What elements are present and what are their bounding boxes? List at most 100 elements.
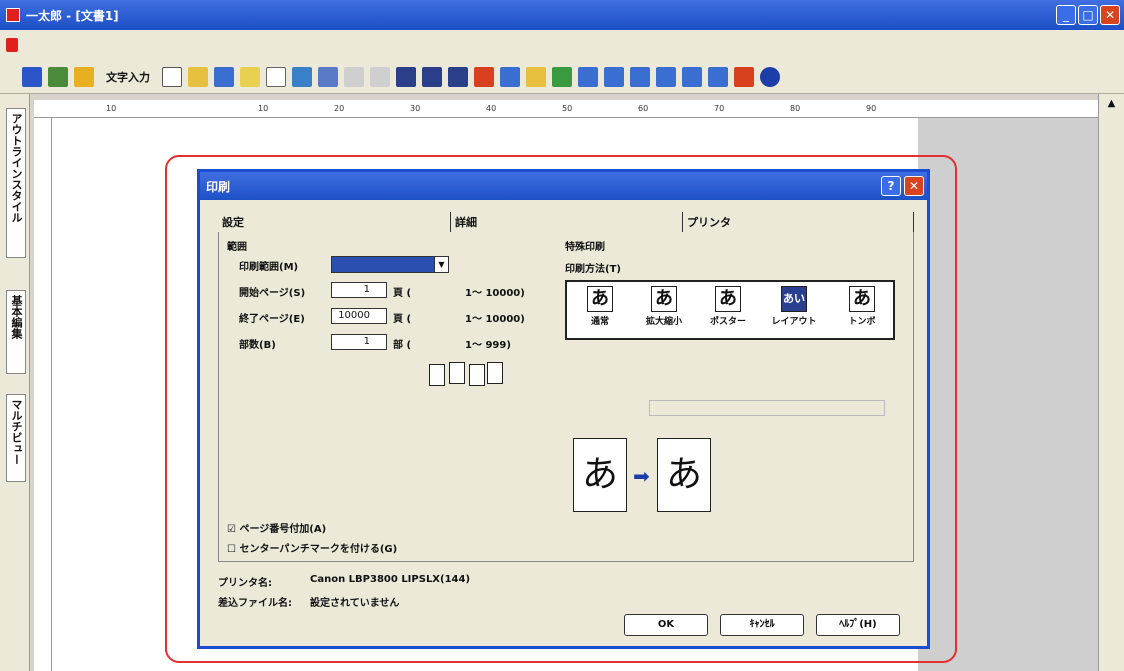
help-button[interactable]: ﾍﾙﾌﾟ(H) (816, 614, 900, 636)
doc-icon (6, 38, 18, 52)
toolbar: 文字入力 (0, 60, 1124, 94)
print-icon[interactable] (266, 66, 286, 87)
arrow-right-icon: ➡ (633, 464, 650, 488)
table-icon[interactable] (578, 66, 598, 87)
page-setup-icon[interactable] (318, 66, 338, 87)
preview-after: あ (657, 438, 711, 512)
ruler-tick: 10 (258, 104, 269, 113)
redo-icon[interactable] (448, 66, 468, 87)
table-row-icon[interactable] (604, 66, 624, 87)
tab-printer[interactable]: プリンタ (682, 212, 914, 232)
draw-icon[interactable] (48, 66, 68, 87)
start-page-label: 開始ページ(S) (239, 288, 306, 299)
dialog-titlebar: 印刷 ? ✕ (200, 172, 927, 200)
frame-icon[interactable] (74, 66, 94, 87)
search-icon[interactable] (682, 66, 702, 87)
save-icon[interactable] (214, 66, 234, 87)
end-page-label: 終了ページ(E) (239, 314, 305, 325)
print-method-options: あ 通常 あ 拡大縮小 あ ポスター あい レイアウト あ トンボ (565, 280, 895, 340)
dialog-title: 印刷 (206, 179, 231, 194)
dialog-help-button[interactable]: ? (881, 176, 901, 196)
range-group-label: 範囲 (227, 242, 247, 253)
window-title: 一太郎 - [文書1] (26, 8, 119, 23)
table-col-icon[interactable] (630, 66, 650, 87)
tab-details[interactable]: 詳細 (450, 212, 682, 232)
spellcheck-icon[interactable] (656, 66, 676, 87)
print-method-layout[interactable]: あい レイアウト (769, 286, 819, 327)
sidebar-tab-outline-style[interactable]: アウトラインスタイル (6, 108, 26, 258)
help-circle-icon[interactable] (760, 66, 780, 87)
ruler-tick: 80 (790, 104, 801, 113)
tab-icon[interactable] (500, 66, 520, 87)
settings-panel: 範囲 印刷範囲(M) ▼ 開始ページ(S) 1 頁 ( 1～ 10000) 終了… (218, 232, 914, 562)
repeat-icon[interactable] (474, 66, 494, 87)
app-titlebar: 一太郎 - [文書1] _ □ ✕ (0, 0, 1124, 30)
minimize-button[interactable]: _ (1056, 5, 1076, 25)
paste-icon[interactable] (396, 66, 416, 87)
printer-name-label: プリンタ名: (218, 578, 272, 589)
print-dialog: 印刷 ? ✕ 設定 詳細 プリンタ 範囲 印刷範囲(M) ▼ 開始ページ(S) … (197, 169, 930, 649)
sidebar-tab-basic-edit[interactable]: 基本編集 (6, 290, 26, 374)
overlay-file-label: 差込ファイル名: (218, 598, 292, 609)
copies-stepper[interactable]: 1 (331, 334, 387, 350)
insert-icon[interactable] (552, 66, 572, 87)
vertical-scrollbar[interactable]: ▲ (1098, 94, 1124, 671)
dialog-tabs: 設定 詳細 プリンタ (218, 212, 914, 232)
copy-icon[interactable] (370, 66, 390, 87)
print-method-label-trim: トンボ (848, 317, 876, 327)
new-document-icon[interactable] (162, 66, 182, 87)
copies-label: 部数(B) (239, 340, 276, 351)
cut-icon[interactable] (344, 66, 364, 87)
print-method-label-layout: レイアウト (771, 317, 817, 327)
open-icon[interactable] (188, 66, 208, 87)
sidebar-tab-multiview[interactable]: マルチビュー (6, 394, 26, 482)
center-punch-checkbox[interactable]: ☐ センターパンチマークを付ける(G) (227, 540, 397, 555)
collate-icon (429, 360, 509, 388)
print-method-label: 印刷方法(T) (565, 264, 621, 275)
checkbox-checked-icon: ☑ (227, 524, 236, 535)
copies-unit: 部 ( (393, 340, 412, 351)
undo-icon[interactable] (422, 66, 442, 87)
window-controls: _ □ ✕ (1056, 5, 1120, 25)
print-method-poster[interactable]: あ ポスター (703, 286, 753, 327)
save-as-icon[interactable] (240, 66, 260, 87)
text-input-label[interactable]: 文字入力 (106, 69, 150, 85)
maximize-button[interactable]: □ (1078, 5, 1098, 25)
print-method-scale[interactable]: あ 拡大縮小 (639, 286, 689, 327)
end-page-stepper[interactable]: 10000 (331, 308, 387, 324)
print-method-label-scale: 拡大縮小 (645, 317, 682, 327)
ruler-tick: 30 (410, 104, 421, 113)
print-method-label-poster: ポスター (709, 317, 746, 327)
print-method-trim-marks[interactable]: あ トンボ (837, 286, 887, 327)
ruler-tick: 70 (714, 104, 725, 113)
end-page-range: 1～ 10000) (465, 314, 525, 325)
poster-icon: あ (715, 286, 741, 312)
print-method-normal[interactable]: あ 通常 (575, 286, 625, 327)
print-preview-icon[interactable] (292, 66, 312, 87)
overlay-file-value: 設定されていません (310, 598, 400, 609)
print-method-label-normal: 通常 (590, 317, 609, 327)
copies-range: 1～ 999) (465, 340, 511, 351)
ruler-tick: 50 (562, 104, 573, 113)
start-page-stepper[interactable]: 1 (331, 282, 387, 298)
text-mode-icon[interactable] (22, 66, 42, 87)
end-page-unit: 頁 ( (393, 314, 412, 325)
highlight-icon[interactable] (526, 66, 546, 87)
scale-icon: あ (651, 286, 677, 312)
ok-button[interactable]: OK (624, 614, 708, 636)
preview-before: あ (573, 438, 627, 512)
checkbox-unchecked-icon: ☐ (227, 544, 236, 555)
replace-icon[interactable] (708, 66, 728, 87)
tab-settings[interactable]: 設定 (218, 212, 450, 232)
exit-icon[interactable] (734, 66, 754, 87)
print-range-label: 印刷範囲(M) (239, 262, 299, 273)
page-number-label: ページ番号付加(A) (239, 524, 327, 535)
ruler-tick: 40 (486, 104, 497, 113)
print-range-select[interactable]: ▼ (331, 256, 449, 273)
ruler-tick: 20 (334, 104, 345, 113)
page-number-checkbox[interactable]: ☑ ページ番号付加(A) (227, 520, 326, 535)
vertical-ruler (34, 118, 52, 671)
close-button[interactable]: ✕ (1100, 5, 1120, 25)
cancel-button[interactable]: ｷｬﾝｾﾙ (720, 614, 804, 636)
dialog-close-button[interactable]: ✕ (904, 176, 924, 196)
